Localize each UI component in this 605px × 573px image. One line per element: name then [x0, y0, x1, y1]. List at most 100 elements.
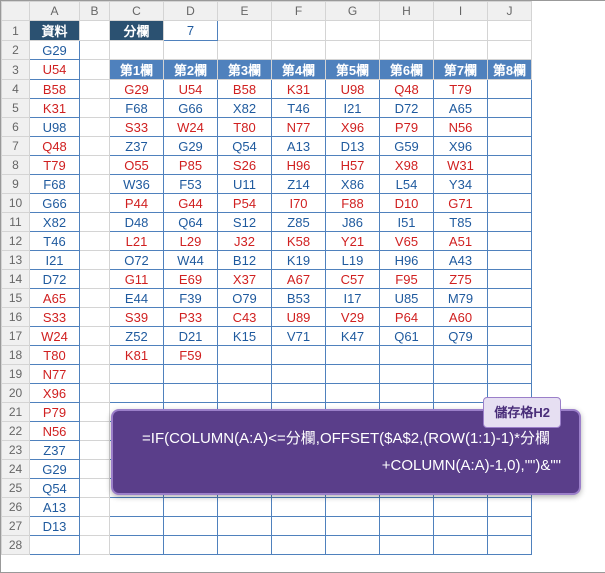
- cell[interactable]: I51: [380, 213, 434, 232]
- cell[interactable]: K81: [110, 346, 164, 365]
- cell[interactable]: W24: [30, 327, 80, 346]
- cell[interactable]: I21: [30, 251, 80, 270]
- cell[interactable]: [218, 517, 272, 536]
- cell[interactable]: H57: [326, 156, 380, 175]
- col-header-J[interactable]: J: [488, 2, 532, 21]
- cell[interactable]: Q61: [380, 327, 434, 346]
- cell[interactable]: P64: [380, 308, 434, 327]
- col-header-F[interactable]: F: [272, 2, 326, 21]
- cell[interactable]: [110, 384, 164, 403]
- cell[interactable]: U85: [380, 289, 434, 308]
- cell[interactable]: [164, 384, 218, 403]
- cell[interactable]: N56: [434, 118, 488, 137]
- cell[interactable]: [434, 536, 488, 555]
- cell[interactable]: U54: [30, 60, 80, 80]
- cell[interactable]: [380, 498, 434, 517]
- cell[interactable]: [488, 137, 532, 156]
- col-header-E[interactable]: E: [218, 2, 272, 21]
- cell[interactable]: Z37: [110, 137, 164, 156]
- cell[interactable]: A13: [30, 498, 80, 517]
- cell[interactable]: I70: [272, 194, 326, 213]
- cell[interactable]: [488, 346, 532, 365]
- cell[interactable]: 資料: [30, 21, 80, 41]
- cell[interactable]: B58: [30, 80, 80, 99]
- cell[interactable]: Z14: [272, 175, 326, 194]
- cell[interactable]: 第3欄: [218, 60, 272, 80]
- row-header[interactable]: 27: [2, 517, 30, 536]
- cell[interactable]: V29: [326, 308, 380, 327]
- cell[interactable]: [488, 80, 532, 99]
- cell[interactable]: [488, 498, 532, 517]
- cell[interactable]: P44: [110, 194, 164, 213]
- cell[interactable]: G71: [434, 194, 488, 213]
- cell[interactable]: A65: [30, 289, 80, 308]
- cell[interactable]: T80: [218, 118, 272, 137]
- cell[interactable]: [326, 384, 380, 403]
- cell[interactable]: T85: [434, 213, 488, 232]
- cell[interactable]: M79: [434, 289, 488, 308]
- cell[interactable]: [272, 536, 326, 555]
- cell[interactable]: X96: [30, 384, 80, 403]
- cell[interactable]: [434, 517, 488, 536]
- cell[interactable]: 第4欄: [272, 60, 326, 80]
- cell[interactable]: J32: [218, 232, 272, 251]
- cell[interactable]: [488, 536, 532, 555]
- cell[interactable]: L54: [380, 175, 434, 194]
- cell[interactable]: F59: [164, 346, 218, 365]
- cell[interactable]: [218, 536, 272, 555]
- cell[interactable]: [80, 403, 110, 422]
- cell[interactable]: [380, 536, 434, 555]
- cell[interactable]: N77: [30, 365, 80, 384]
- cell[interactable]: [80, 60, 110, 80]
- cell[interactable]: [488, 21, 532, 41]
- cell[interactable]: S33: [30, 308, 80, 327]
- row-header[interactable]: 11: [2, 213, 30, 232]
- cell[interactable]: G29: [30, 460, 80, 479]
- cell[interactable]: D13: [326, 137, 380, 156]
- cell[interactable]: [272, 517, 326, 536]
- cell[interactable]: [80, 384, 110, 403]
- cell[interactable]: [380, 365, 434, 384]
- cell[interactable]: K19: [272, 251, 326, 270]
- cell[interactable]: Z52: [110, 327, 164, 346]
- cell[interactable]: [80, 118, 110, 137]
- cell[interactable]: [488, 517, 532, 536]
- cell[interactable]: K31: [30, 99, 80, 118]
- cell[interactable]: Q54: [30, 479, 80, 498]
- cell[interactable]: G29: [164, 137, 218, 156]
- cell[interactable]: [80, 479, 110, 498]
- cell[interactable]: W24: [164, 118, 218, 137]
- cell[interactable]: K31: [272, 80, 326, 99]
- col-header-I[interactable]: I: [434, 2, 488, 21]
- cell[interactable]: T46: [30, 232, 80, 251]
- cell[interactable]: 7: [164, 21, 218, 41]
- cell[interactable]: [326, 21, 380, 41]
- cell[interactable]: X96: [326, 118, 380, 137]
- cell[interactable]: W31: [434, 156, 488, 175]
- cell[interactable]: Z37: [30, 441, 80, 460]
- cell[interactable]: F88: [326, 194, 380, 213]
- cell[interactable]: [110, 498, 164, 517]
- cell[interactable]: P85: [164, 156, 218, 175]
- cell[interactable]: [80, 213, 110, 232]
- cell[interactable]: [80, 289, 110, 308]
- cell[interactable]: I17: [326, 289, 380, 308]
- cell[interactable]: [30, 536, 80, 555]
- row-header[interactable]: 28: [2, 536, 30, 555]
- cell[interactable]: K47: [326, 327, 380, 346]
- cell[interactable]: [80, 137, 110, 156]
- cell[interactable]: 第5欄: [326, 60, 380, 80]
- cell[interactable]: Q48: [30, 137, 80, 156]
- corner-cell[interactable]: [2, 2, 30, 21]
- cell[interactable]: A43: [434, 251, 488, 270]
- cell[interactable]: [80, 99, 110, 118]
- cell[interactable]: G44: [164, 194, 218, 213]
- row-header[interactable]: 1: [2, 21, 30, 41]
- cell[interactable]: [80, 80, 110, 99]
- cell[interactable]: S39: [110, 308, 164, 327]
- cell[interactable]: H96: [380, 251, 434, 270]
- cell[interactable]: E44: [110, 289, 164, 308]
- row-header[interactable]: 21: [2, 403, 30, 422]
- cell[interactable]: D10: [380, 194, 434, 213]
- cell[interactable]: F68: [30, 175, 80, 194]
